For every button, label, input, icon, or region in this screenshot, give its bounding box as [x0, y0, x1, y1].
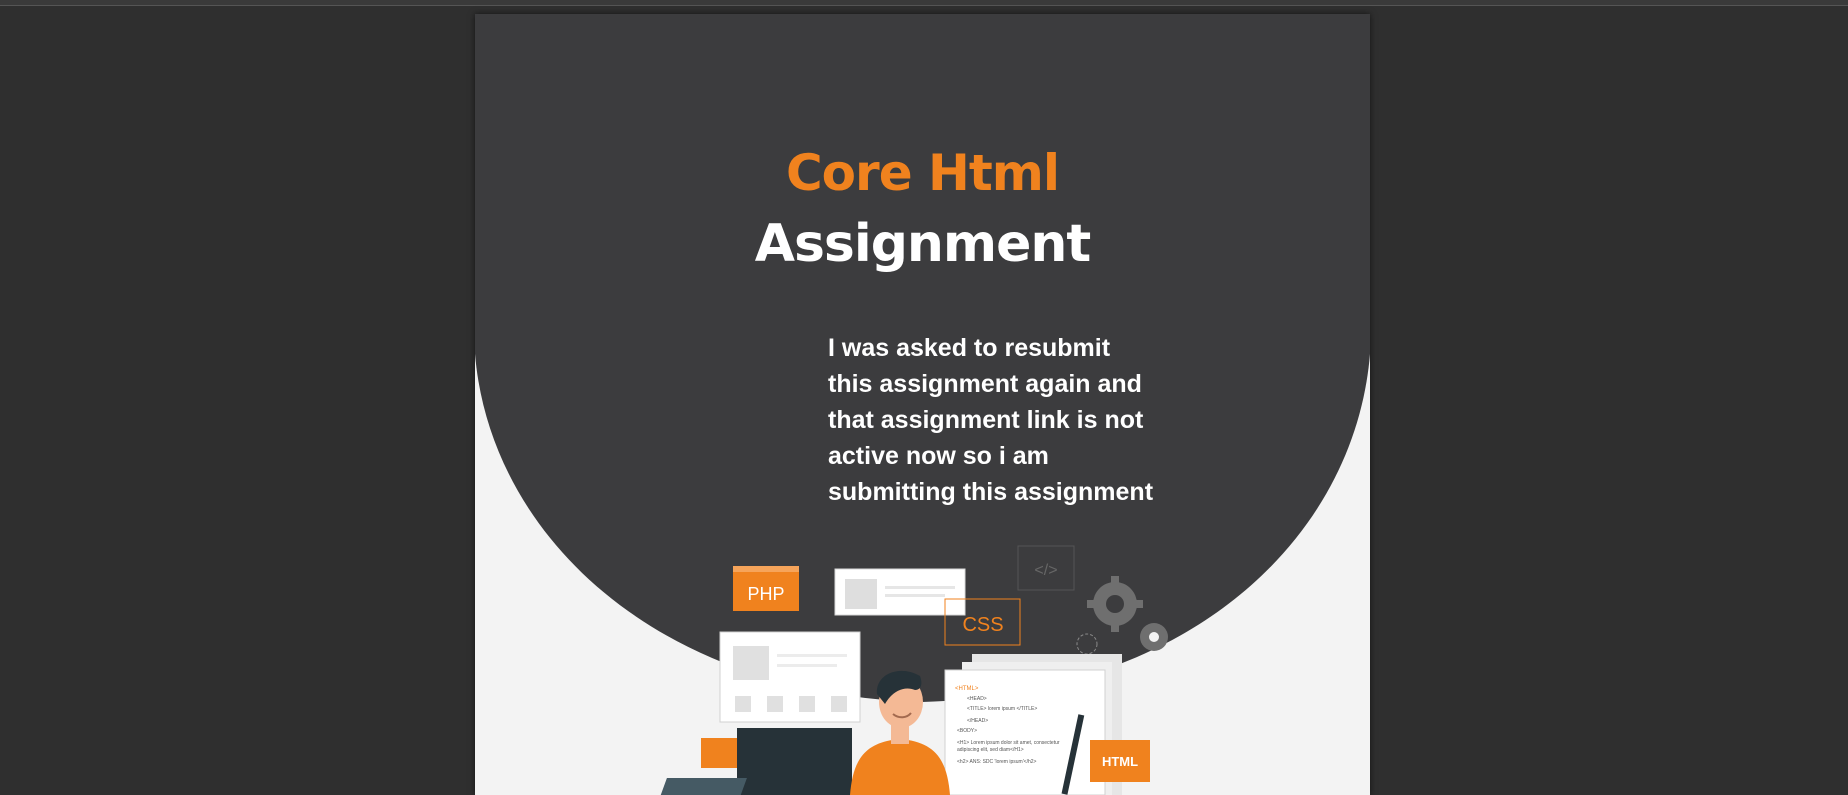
svg-text:<H1> Lorem ipsum dolor sit ame: <H1> Lorem ipsum dolor sit amet, consect…: [957, 740, 1060, 746]
svg-text:<TITLE> lorem ipsum </TITLE>: <TITLE> lorem ipsum </TITLE>: [967, 706, 1037, 712]
css-label: CSS: [962, 614, 1003, 636]
svg-text:adipiscing elit, sed diam</H1>: adipiscing elit, sed diam</H1>: [957, 747, 1024, 753]
php-label: PHP: [747, 584, 784, 604]
svg-text:</HEAD>: </HEAD>: [967, 718, 988, 724]
svg-text:<HTML>: <HTML>: [955, 686, 979, 692]
code-tag-box: </>: [1017, 545, 1075, 591]
svg-text:<BODY>: <BODY>: [957, 728, 977, 734]
monitor: [737, 728, 852, 795]
code-tag-label: </>: [1034, 562, 1057, 579]
gear-icon: [1076, 576, 1168, 655]
svg-text:<h2> ANS: SDC 'lorem ipsum'</h: <h2> ANS: SDC 'lorem ipsum'</h2>: [957, 759, 1037, 765]
html-label: HTML: [1102, 754, 1138, 769]
svg-text:<HEAD>: <HEAD>: [967, 696, 987, 702]
document-page: Core Html Assignment I was asked to resu…: [475, 14, 1370, 795]
developer-illustration: PHP </> CSS <HTML> <HEAD> <TITLE> lorem …: [660, 545, 1168, 795]
orange-block: [701, 738, 739, 768]
php-badge: PHP: [733, 566, 799, 611]
html-badge: HTML: [1090, 740, 1150, 782]
viewer-top-bar: [0, 0, 1848, 6]
image-card-large: [719, 631, 861, 723]
